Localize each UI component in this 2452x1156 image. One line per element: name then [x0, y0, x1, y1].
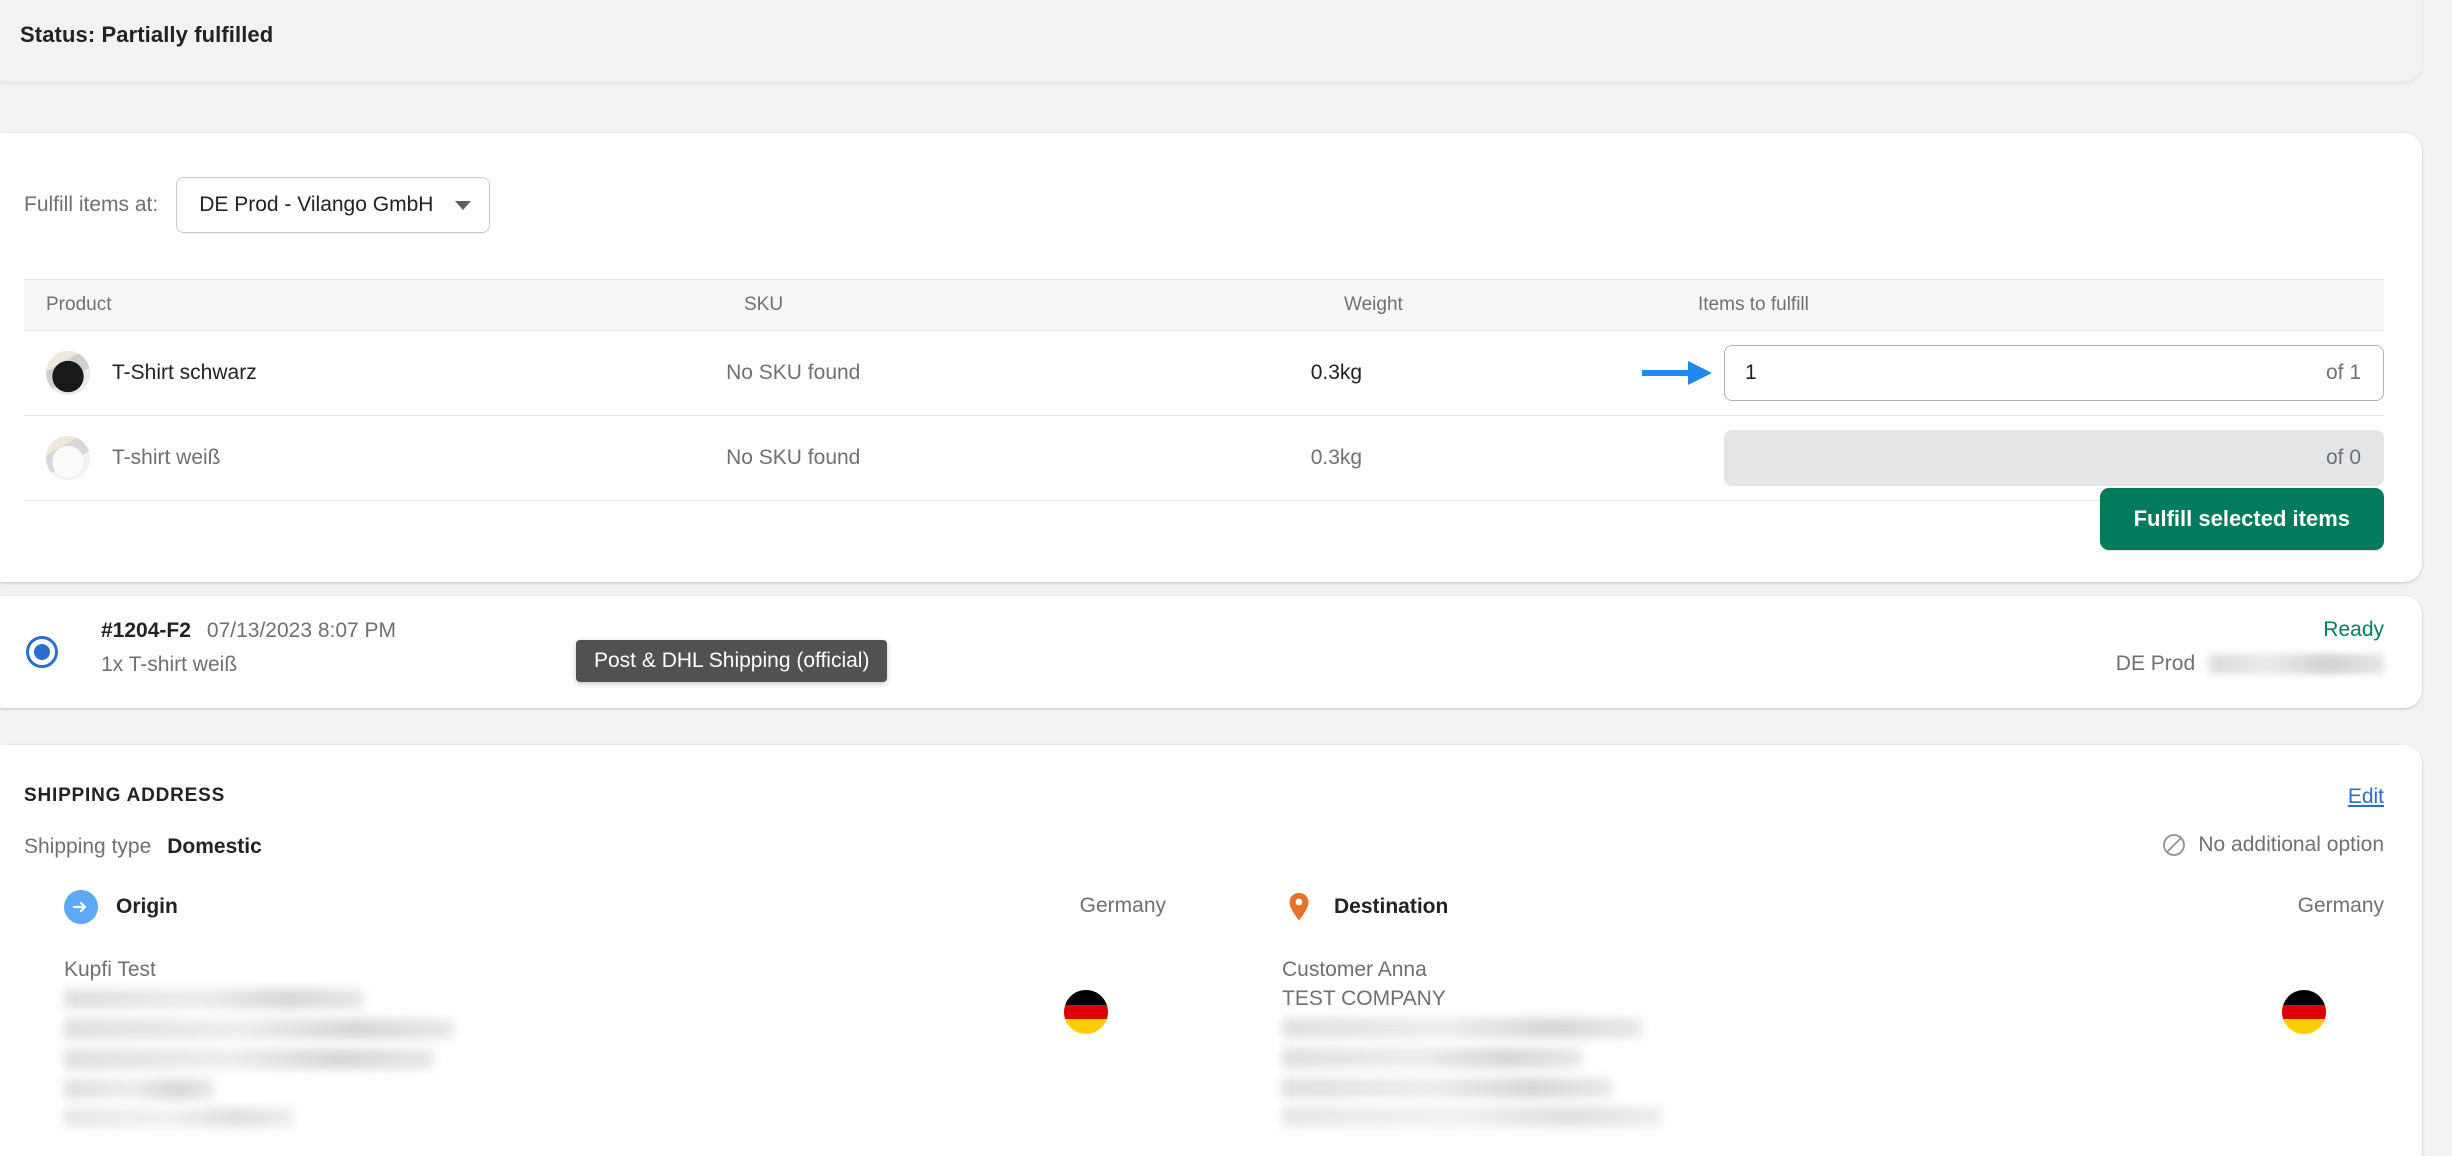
- fulfill-selected-items-button[interactable]: Fulfill selected items: [2099, 488, 2384, 550]
- origin-title: Origin: [116, 895, 178, 918]
- shipping-type-row: Shipping type Domestic: [24, 835, 262, 859]
- destination-name: Customer Anna: [1282, 958, 1427, 981]
- column-header-sku: SKU: [744, 294, 784, 315]
- destination-title: Destination: [1334, 895, 1449, 918]
- fulfill-location-value: DE Prod - Vilango GmbH: [199, 193, 434, 216]
- shipping-type-label: Shipping type: [24, 835, 152, 858]
- quantity-max-label: of 0: [2325, 446, 2361, 469]
- destination-pin-icon: [1282, 890, 1316, 924]
- items-table: Product SKU Weight Items to fulfill T-Sh…: [24, 279, 2384, 501]
- fulfillment-radio-selected[interactable]: [26, 636, 58, 668]
- fulfillment-items: 1x T-shirt weiß: [101, 653, 238, 676]
- redacted-location-text: [2209, 654, 2384, 675]
- origin-name: Kupfi Test: [64, 958, 156, 981]
- quantity-value: 1: [1745, 361, 1757, 384]
- product-weight: 0.3kg: [1310, 361, 1363, 384]
- no-additional-option-row: No additional option: [2162, 833, 2384, 857]
- origin-arrow-icon: [64, 890, 98, 924]
- fulfill-location-row: Fulfill items at: DE Prod - Vilango GmbH: [24, 177, 491, 233]
- shipping-type-value: Domestic: [167, 835, 262, 858]
- destination-column: Destination Germany Customer Anna TEST C…: [1204, 890, 2422, 1139]
- annotation-arrow-icon: [1642, 358, 1712, 388]
- no-additional-option-label: No additional option: [2198, 833, 2384, 856]
- status-badge: Ready: [2323, 618, 2384, 641]
- product-sku: No SKU found: [726, 446, 861, 469]
- fulfillment-card: Fulfill items at: DE Prod - Vilango GmbH…: [0, 133, 2422, 582]
- product-thumbnail: [46, 436, 90, 480]
- origin-column: Origin Germany Kupfi Test: [0, 890, 1204, 1139]
- de-flag-icon: [2282, 990, 2326, 1034]
- quantity-input-disabled: of 0: [1724, 430, 2384, 486]
- shipping-address-title: SHIPPING ADDRESS: [24, 785, 226, 806]
- origin-destination-wrap: Origin Germany Kupfi Test Destination Ge…: [0, 890, 2422, 1139]
- fulfillment-location: DE Prod: [2116, 652, 2384, 676]
- shipping-carrier-tooltip: Post & DHL Shipping (official): [576, 640, 888, 682]
- status-banner: Status: Partially fulfilled: [0, 0, 2422, 82]
- destination-company: TEST COMPANY: [1282, 986, 1446, 1010]
- table-header-row: Product SKU Weight Items to fulfill: [24, 279, 2384, 331]
- arrow-spacer: [1642, 443, 1712, 473]
- fulfillment-entry-info: #1204-F2 07/13/2023 8:07 PM 1x T-shirt w…: [101, 619, 396, 677]
- chevron-down-icon: [455, 200, 472, 210]
- product-weight: 0.3kg: [1310, 446, 1363, 469]
- table-row: T-shirt weiß No SKU found 0.3kg of 0: [24, 416, 2384, 501]
- destination-country: Germany: [2297, 894, 2384, 917]
- product-thumbnail: [46, 351, 90, 395]
- quantity-input[interactable]: 1 of 1: [1724, 345, 2384, 401]
- product-sku: No SKU found: [726, 361, 861, 384]
- fulfill-location-select[interactable]: DE Prod - Vilango GmbH: [176, 177, 491, 233]
- no-entry-icon: [2162, 833, 2186, 857]
- column-header-product: Product: [46, 294, 112, 315]
- edit-link[interactable]: Edit: [2348, 785, 2384, 809]
- fulfillment-entry-card: #1204-F2 07/13/2023 8:07 PM 1x T-shirt w…: [0, 596, 2422, 708]
- product-name: T-shirt weiß: [112, 446, 221, 469]
- fulfill-location-label: Fulfill items at:: [24, 193, 159, 216]
- fulfillment-id: #1204-F2: [101, 619, 191, 642]
- origin-address-redacted: [64, 988, 1166, 1129]
- origin-country: Germany: [1079, 894, 1166, 917]
- fulfillment-entry-meta: Ready DE Prod: [2116, 618, 2384, 676]
- table-row: T-Shirt schwarz No SKU found 0.3kg 1 of …: [24, 331, 2384, 416]
- column-header-weight: Weight: [1344, 294, 1403, 315]
- quantity-max-label: of 1: [2325, 361, 2361, 384]
- destination-address-redacted: [1282, 1017, 2384, 1128]
- de-flag-icon: [1064, 990, 1108, 1034]
- shipping-address-card: SHIPPING ADDRESS Edit Shipping type Dome…: [0, 745, 2422, 1156]
- column-header-items-to-fulfill: Items to fulfill: [1698, 294, 1809, 315]
- fulfillment-date: 07/13/2023 8:07 PM: [206, 619, 397, 642]
- product-name: T-Shirt schwarz: [112, 361, 257, 384]
- order-fulfillment-page: Status: Partially fulfilled Fulfill item…: [0, 0, 2452, 1156]
- status-text: Status: Partially fulfilled: [20, 22, 274, 47]
